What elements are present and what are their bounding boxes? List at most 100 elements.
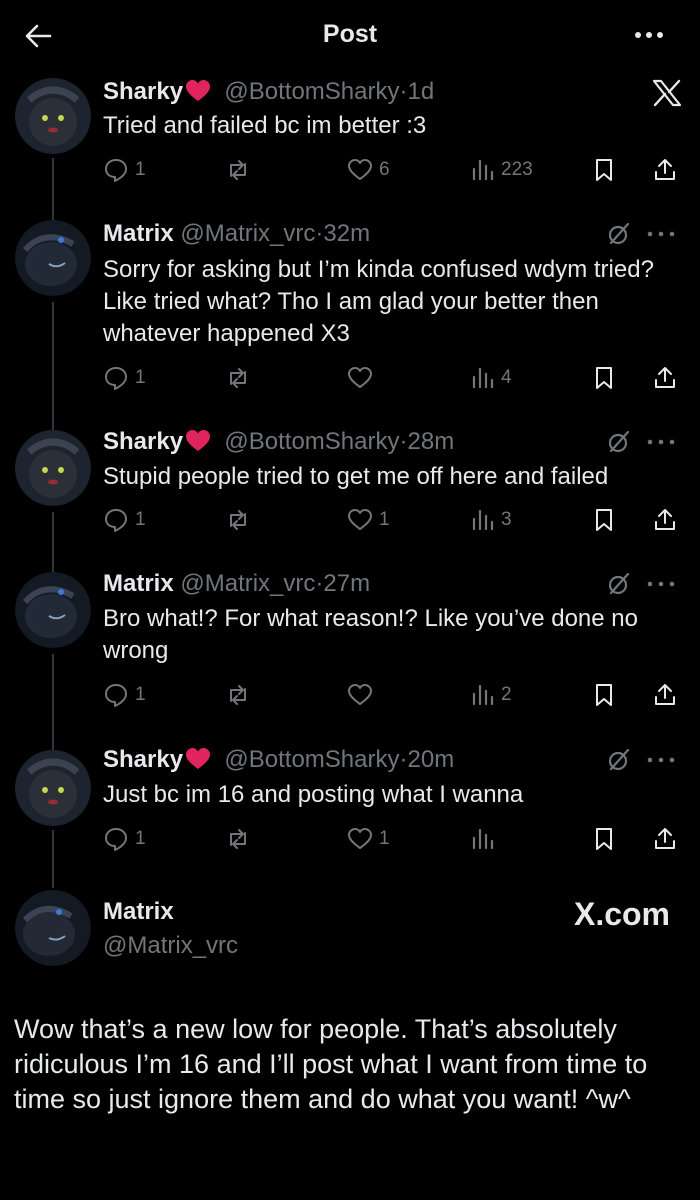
author-name[interactable]: Matrix	[103, 570, 174, 597]
x-logo-icon	[652, 79, 682, 107]
bookmark-button[interactable]	[591, 363, 617, 393]
action-bar: 1 1 3	[103, 505, 683, 535]
reply-button[interactable]: 1	[103, 155, 146, 185]
author-name[interactable]: Matrix	[103, 898, 174, 926]
views-button[interactable]: 4	[469, 363, 512, 393]
repost-icon	[230, 829, 246, 849]
author-handle[interactable]: @BottomSharky	[224, 78, 399, 105]
post-top-actions	[606, 571, 676, 597]
reply-icon	[105, 367, 127, 390]
author-name[interactable]: Matrix	[103, 220, 174, 247]
post-time[interactable]: 20m	[408, 746, 455, 773]
like-button[interactable]: 1	[347, 824, 390, 854]
views-button[interactable]: 2	[469, 680, 512, 710]
avatar[interactable]	[15, 78, 91, 154]
post-top-actions	[606, 429, 676, 455]
author-line: Matrix @Matrix_vrc·27m	[103, 569, 370, 599]
reply-button[interactable]: 1	[103, 363, 146, 393]
share-button[interactable]	[652, 363, 678, 393]
reply-icon	[105, 159, 127, 182]
author-line: Sharky @BottomSharky·28m	[103, 427, 454, 457]
post-text: Just bc im 16 and posting what I wanna	[103, 781, 524, 808]
bookmark-button[interactable]	[591, 155, 617, 185]
separator-dot: ·	[399, 746, 408, 773]
views-count: 2	[501, 684, 512, 705]
share-icon	[655, 828, 675, 849]
post-time[interactable]: 27m	[323, 570, 370, 597]
share-button[interactable]	[652, 824, 678, 854]
reply-button[interactable]: 1	[103, 505, 146, 535]
author-handle[interactable]: @Matrix_vrc	[180, 570, 315, 597]
bookmark-button[interactable]	[591, 680, 617, 710]
like-icon	[348, 367, 372, 388]
views-button[interactable]: 3	[469, 505, 512, 535]
author-name[interactable]: Sharky	[103, 746, 183, 773]
views-button[interactable]	[469, 824, 501, 854]
repost-button[interactable]	[225, 505, 257, 535]
repost-icon	[230, 368, 246, 388]
like-button[interactable]: 1	[347, 505, 390, 535]
avatar[interactable]	[15, 220, 91, 296]
post-time[interactable]: 28m	[408, 428, 455, 455]
more-options-icon[interactable]	[646, 755, 676, 765]
thread-line	[52, 512, 54, 572]
author-handle[interactable]: @BottomSharky	[224, 428, 399, 455]
like-icon	[348, 828, 372, 849]
post-top-actions	[606, 747, 676, 773]
repost-icon	[230, 685, 246, 705]
repost-button[interactable]	[225, 824, 257, 854]
author-line: Matrix @Matrix_vrc·32m	[103, 219, 370, 249]
reply-button[interactable]: 1	[103, 824, 146, 854]
grok-icon[interactable]	[606, 429, 632, 455]
like-button[interactable]	[347, 363, 379, 393]
thread-line	[52, 158, 54, 220]
bookmark-button[interactable]	[591, 824, 617, 854]
avatar[interactable]	[15, 750, 91, 826]
action-bar: 14	[103, 363, 683, 393]
author-name[interactable]: Sharky	[103, 428, 183, 455]
top-bar: Post	[0, 0, 700, 72]
like-icon	[348, 684, 372, 705]
avatar[interactable]	[15, 890, 91, 966]
thread-line	[52, 830, 54, 888]
like-button[interactable]	[347, 680, 379, 710]
avatar[interactable]	[15, 572, 91, 648]
post-text: Tried and failed bc im better :3	[103, 112, 427, 139]
reply-icon	[105, 828, 127, 851]
like-count: 1	[379, 828, 390, 849]
red-heart-emoji-icon	[186, 430, 211, 451]
author-handle[interactable]: @BottomSharky	[224, 746, 399, 773]
repost-button[interactable]	[225, 363, 257, 393]
author-line: Sharky @BottomSharky·1d	[103, 77, 434, 107]
avatar[interactable]	[15, 430, 91, 506]
share-icon	[655, 367, 675, 388]
reply-button[interactable]: 1	[103, 680, 146, 710]
views-icon	[472, 509, 494, 531]
more-options-icon[interactable]	[646, 229, 676, 239]
author-name[interactable]: Sharky	[103, 78, 183, 105]
grok-icon[interactable]	[606, 571, 632, 597]
grok-icon[interactable]	[606, 747, 632, 773]
more-options-icon[interactable]	[634, 24, 664, 46]
views-button[interactable]: 223	[469, 155, 533, 185]
repost-button[interactable]	[225, 155, 257, 185]
like-icon	[348, 159, 372, 180]
grok-icon[interactable]	[606, 221, 632, 247]
author-handle[interactable]: @Matrix_vrc	[103, 932, 238, 960]
more-options-icon[interactable]	[646, 579, 676, 589]
bookmark-icon	[596, 684, 612, 706]
views-icon	[472, 684, 494, 706]
share-button[interactable]	[652, 505, 678, 535]
post-time[interactable]: 1d	[408, 78, 435, 105]
share-button[interactable]	[652, 155, 678, 185]
author-handle[interactable]: @Matrix_vrc	[180, 220, 315, 247]
repost-button[interactable]	[225, 680, 257, 710]
post-time[interactable]: 32m	[323, 220, 370, 247]
bookmark-button[interactable]	[591, 505, 617, 535]
more-options-icon[interactable]	[646, 437, 676, 447]
action-bar: 11	[103, 824, 683, 854]
share-button[interactable]	[652, 680, 678, 710]
bookmark-icon	[596, 367, 612, 389]
like-button[interactable]: 6	[347, 155, 390, 185]
views-icon	[472, 828, 494, 850]
